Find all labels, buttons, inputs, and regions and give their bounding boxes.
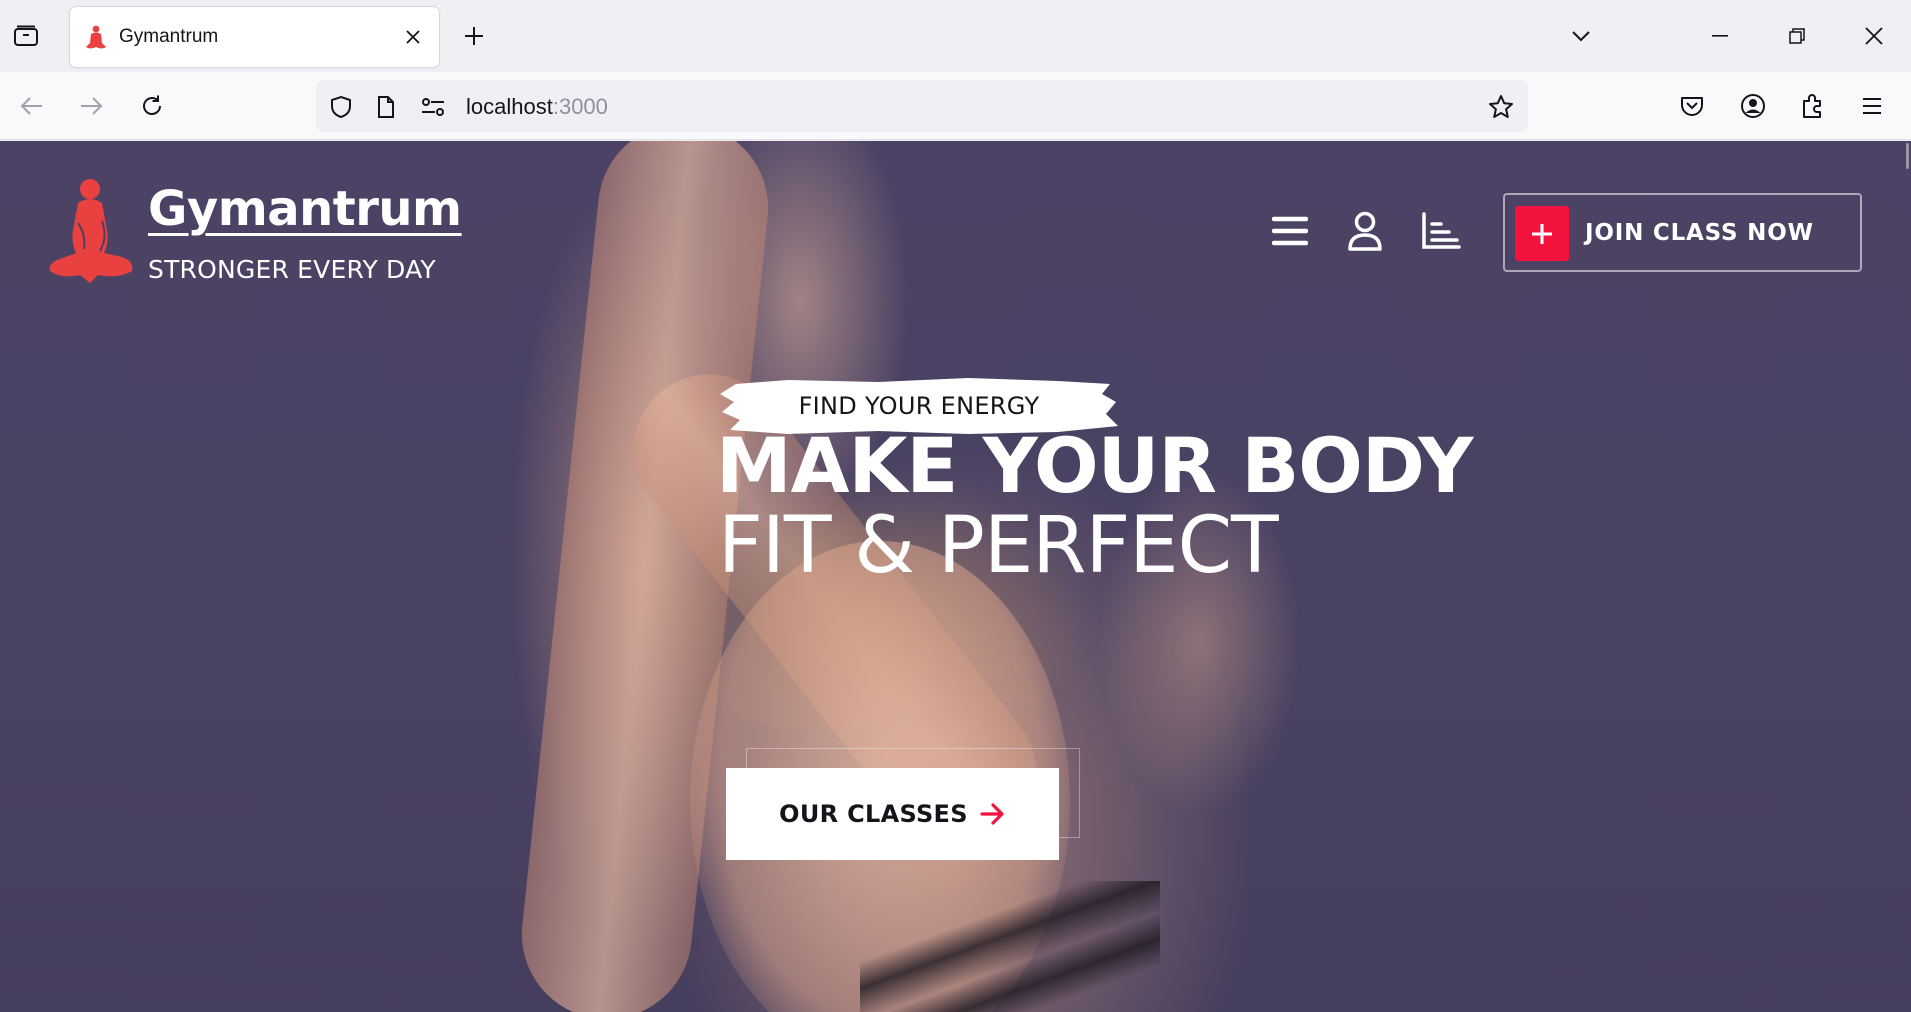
hero-headline-secondary: FIT & PERFECT xyxy=(718,501,1279,591)
bookmark-star-icon[interactable] xyxy=(1488,94,1514,120)
account-icon[interactable] xyxy=(1733,86,1773,126)
address-bar[interactable]: localhost:3000 xyxy=(316,80,1528,132)
reload-icon[interactable] xyxy=(132,86,172,126)
join-class-label: JOIN CLASS NOW xyxy=(1585,220,1814,246)
plus-icon xyxy=(1515,206,1569,261)
restore-window-icon[interactable] xyxy=(1775,14,1819,58)
forward-arrow-icon[interactable] xyxy=(71,86,111,126)
app-menu-icon[interactable] xyxy=(1852,86,1892,126)
gym-logo-icon[interactable] xyxy=(48,175,134,287)
arrow-right-icon xyxy=(980,803,1004,825)
hero-headline-primary: MAKE YOUR BODY xyxy=(716,421,1473,510)
page-info-icon[interactable] xyxy=(373,94,399,120)
brand-tagline: STRONGER EVERY DAY xyxy=(148,255,436,284)
close-tab-icon[interactable] xyxy=(399,23,427,51)
tracking-shield-icon[interactable] xyxy=(328,94,354,120)
close-window-icon[interactable] xyxy=(1852,14,1896,58)
schedule-bars-icon[interactable] xyxy=(1419,209,1463,253)
page-viewport: Gymantrum STRONGER EVERY DAY JOIN CLASS … xyxy=(0,141,1911,1012)
browser-tab-active[interactable]: Gymantrum xyxy=(70,7,439,67)
new-tab-icon[interactable] xyxy=(458,18,490,54)
join-class-button[interactable]: JOIN CLASS NOW xyxy=(1503,193,1862,272)
pocket-icon[interactable] xyxy=(1672,86,1712,126)
tab-overview-icon[interactable] xyxy=(8,18,44,54)
minimize-window-icon[interactable] xyxy=(1698,14,1742,58)
browser-tab-bar: Gymantrum xyxy=(0,0,1911,72)
extensions-icon[interactable] xyxy=(1793,86,1833,126)
brand-name[interactable]: Gymantrum xyxy=(148,181,462,237)
url-text[interactable]: localhost:3000 xyxy=(466,94,608,120)
browser-nav-bar: localhost:3000 xyxy=(0,72,1911,140)
page-scrollbar[interactable] xyxy=(1906,143,1909,169)
hamburger-menu-icon[interactable] xyxy=(1268,209,1312,253)
gym-favicon-icon xyxy=(84,25,108,51)
user-account-icon[interactable] xyxy=(1343,209,1387,253)
url-host: localhost xyxy=(466,94,553,119)
back-arrow-icon[interactable] xyxy=(12,86,52,126)
tab-list-chevron-icon[interactable] xyxy=(1565,20,1597,52)
tab-title: Gymantrum xyxy=(119,26,219,47)
url-port: :3000 xyxy=(552,94,608,119)
our-classes-button[interactable]: OUR CLASSES xyxy=(726,768,1059,860)
our-classes-label: OUR CLASSES xyxy=(779,800,968,828)
permissions-icon[interactable] xyxy=(420,94,446,120)
